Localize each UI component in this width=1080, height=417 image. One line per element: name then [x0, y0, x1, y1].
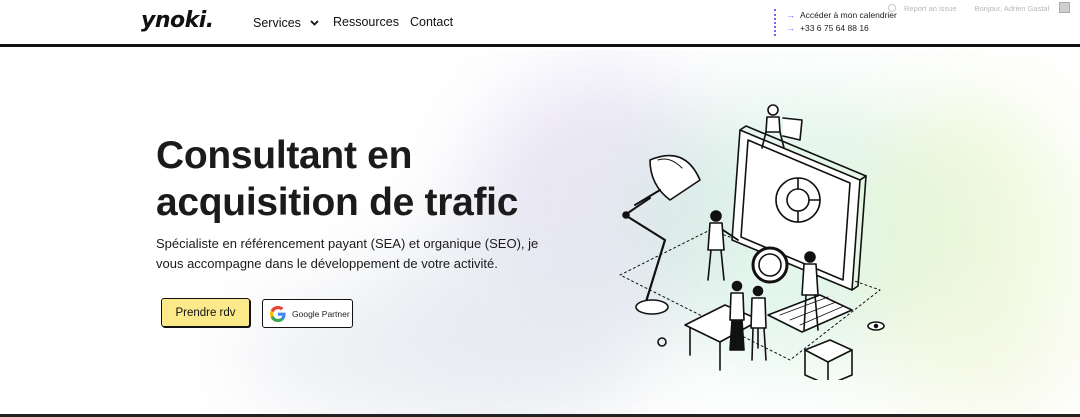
nav-contact[interactable]: Contact [410, 15, 453, 29]
isometric-office-illustration [619, 104, 885, 380]
report-issue-label: Report an issue [904, 4, 957, 13]
nav-ressources[interactable]: Ressources [333, 15, 399, 29]
avatar-icon[interactable] [1059, 2, 1071, 13]
header-contact-box: → Accéder à mon calendrier → +33 6 75 64 8… [774, 9, 897, 36]
report-icon [888, 4, 896, 12]
admin-bar: Report an issue Bonjour, Adrien Gastal [888, 2, 1078, 14]
calendar-link-label: Accéder à mon calendrier [800, 10, 897, 20]
nav-services[interactable]: Services [253, 15, 320, 30]
phone-number: +33 6 75 64 88 16 [800, 23, 869, 33]
google-g-icon [270, 305, 286, 322]
site-header: ynoki. Services Ressources Contact → Accé… [0, 0, 1080, 47]
hero-headline-line2: acquisition de trafic [156, 181, 519, 224]
site-logo[interactable]: ynoki. [141, 8, 214, 33]
arrow-right-icon: → [786, 10, 795, 20]
hero-headline: Consultant en acquisition de trafic [156, 132, 596, 226]
admin-user-greeting[interactable]: Bonjour, Adrien Gastal [975, 4, 1050, 13]
calendar-link[interactable]: → Accéder à mon calendrier [786, 9, 897, 22]
phone-link[interactable]: → +33 6 75 64 88 16 [786, 22, 897, 35]
nav-services-label: Services [253, 16, 301, 30]
google-partner-badge[interactable]: Google Partner [262, 299, 353, 328]
google-partner-label: Google Partner [292, 308, 350, 319]
report-issue-link[interactable]: Report an issue [888, 4, 965, 13]
arrow-right-icon: → [786, 23, 795, 33]
book-appointment-button[interactable]: Prendre rdv [161, 298, 250, 327]
hero-section: Consultant en acquisition de trafic Spéc… [0, 50, 1080, 414]
hero-subtext: Spécialiste en référencement payant (SEA… [156, 236, 539, 271]
chevron-down-icon [310, 15, 320, 29]
hero-headline-line1: Consultant en [156, 134, 413, 177]
